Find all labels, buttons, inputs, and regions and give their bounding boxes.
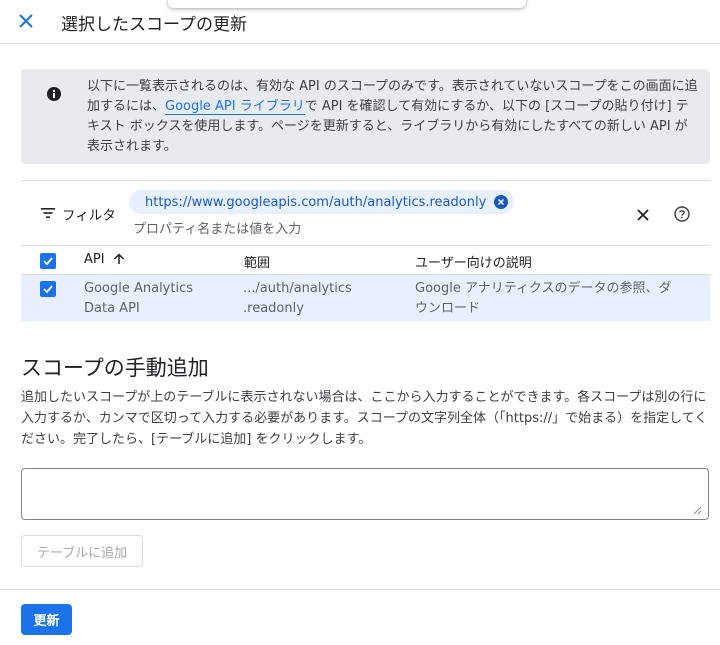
info-text: 以下に一覧表示されるのは、有効な API のスコープのみです。表示されていないス…: [87, 77, 699, 157]
filter-chip-label: https://www.googleapis.com/auth/analytic…: [145, 194, 487, 210]
help-button[interactable]: [671, 203, 693, 225]
filter-input[interactable]: [133, 219, 513, 239]
info-icon: [47, 87, 61, 101]
checkbox-checked-icon: [43, 285, 53, 294]
clear-filter-button[interactable]: [631, 203, 655, 227]
filter-label: フィルタ: [62, 208, 116, 224]
column-header-description[interactable]: ユーザー向けの説明: [415, 252, 532, 271]
table-header: API 範囲 ユーザー向けの説明: [21, 245, 710, 274]
filter-list-icon: [41, 208, 55, 218]
manual-add-title: スコープの手動追加: [21, 356, 209, 380]
arrow-upward-icon: [113, 253, 124, 264]
table-row[interactable]: Google Analytics Data API .../auth/analy…: [21, 274, 710, 321]
dialog-footer: 更新: [0, 589, 720, 645]
dialog-title: 選択したスコープの更新: [61, 15, 247, 35]
resize-grip-icon[interactable]: [692, 505, 702, 515]
scope-textarea[interactable]: [21, 468, 709, 520]
row-checkbox[interactable]: [40, 281, 56, 297]
update-button[interactable]: 更新: [21, 604, 72, 635]
api-library-link[interactable]: Google API ライブラリ: [165, 99, 305, 115]
cell-description-line: ウンロード: [415, 301, 481, 316]
select-all-checkbox[interactable]: [40, 253, 56, 269]
cell-api: Google Analytics Data API: [84, 279, 193, 319]
cancel-icon[interactable]: [494, 195, 509, 209]
cell-description-line: Google アナリティクスのデータの参照、ダ: [415, 281, 672, 296]
cell-description: Google アナリティクスのデータの参照、ダ ウンロード: [415, 279, 672, 319]
info-banner: 以下に一覧表示されるのは、有効な API のスコープのみです。表示されていないス…: [21, 69, 710, 164]
dialog-header: 選択したスコープの更新: [0, 0, 720, 44]
close-icon: [637, 209, 649, 221]
column-header-scope[interactable]: 範囲: [244, 252, 270, 271]
filter-chip[interactable]: https://www.googleapis.com/auth/analytic…: [129, 190, 515, 214]
filter-bar: フィルタ https://www.googleapis.com/auth/ana…: [21, 181, 710, 245]
cell-scope: .../auth/analytics .readonly: [243, 279, 352, 319]
checkbox-checked-icon: [43, 257, 53, 266]
scope-table: フィルタ https://www.googleapis.com/auth/ana…: [21, 180, 710, 321]
cell-scope-line: .readonly: [243, 301, 304, 316]
cell-api-line: Data API: [84, 301, 140, 316]
column-header-api[interactable]: API: [84, 252, 125, 267]
close-icon: [19, 14, 33, 28]
help-outline-icon: [674, 206, 690, 222]
manual-add-description: 追加したいスコープが上のテーブルに表示されない場合は、ここから入力することができ…: [21, 390, 708, 447]
close-button[interactable]: [13, 8, 39, 34]
cell-api-line: Google Analytics: [84, 281, 194, 296]
add-to-table-button[interactable]: テーブルに追加: [21, 535, 143, 567]
cell-scope-line: .../auth/analytics: [243, 281, 352, 296]
column-header-api-label: API: [84, 252, 105, 267]
